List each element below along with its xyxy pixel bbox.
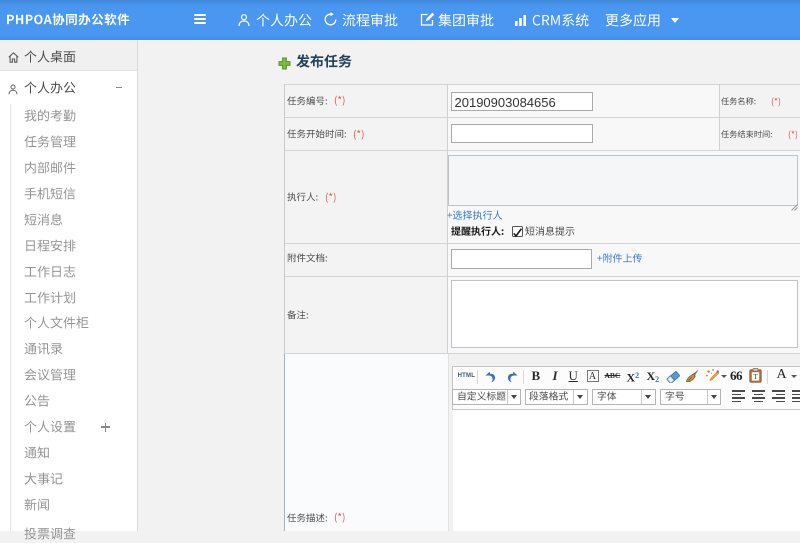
svg-text:T: T [753, 373, 758, 381]
